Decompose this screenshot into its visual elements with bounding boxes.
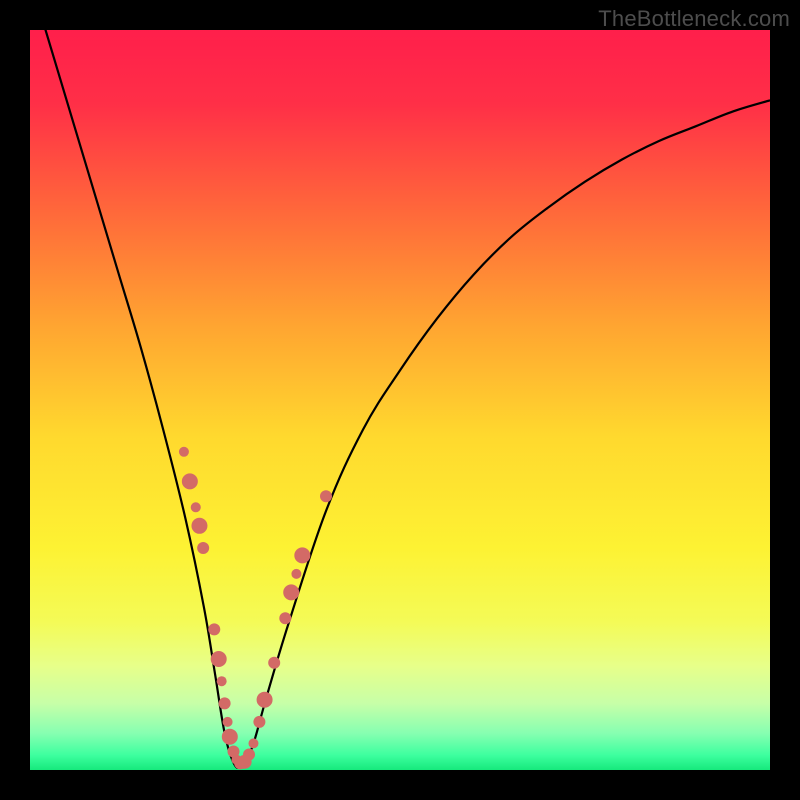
data-marker — [222, 729, 238, 745]
data-marker — [257, 692, 273, 708]
data-marker — [197, 542, 209, 554]
outer-frame: TheBottleneck.com — [0, 0, 800, 800]
chart-plot-area — [30, 30, 770, 770]
data-marker — [291, 569, 301, 579]
data-marker — [294, 547, 310, 563]
data-marker — [243, 748, 255, 760]
data-marker — [191, 502, 201, 512]
data-marker — [279, 612, 291, 624]
data-marker — [217, 676, 227, 686]
data-marker — [223, 717, 233, 727]
data-marker — [248, 738, 258, 748]
data-marker — [179, 447, 189, 457]
data-marker — [211, 651, 227, 667]
data-marker — [253, 716, 265, 728]
data-marker — [208, 623, 220, 635]
data-marker — [283, 584, 299, 600]
data-marker — [182, 473, 198, 489]
data-marker — [320, 490, 332, 502]
data-marker — [219, 697, 231, 709]
data-marker — [268, 657, 280, 669]
chart-svg — [30, 30, 770, 770]
data-marker — [191, 518, 207, 534]
watermark-text: TheBottleneck.com — [598, 6, 790, 32]
